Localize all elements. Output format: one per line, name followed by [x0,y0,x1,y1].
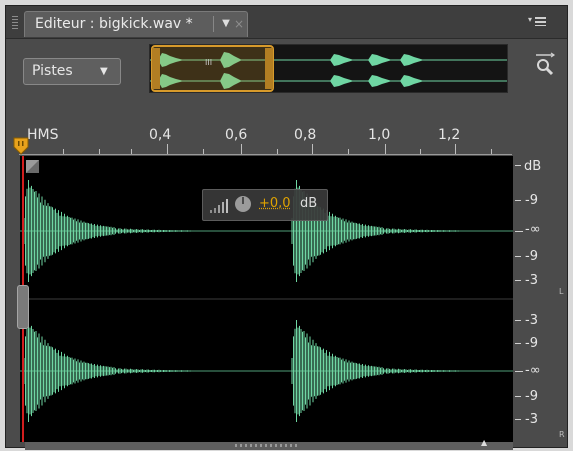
db-tick [515,165,521,166]
tab-bar: Editeur : bigkick.wav * ▼ × ▾ [6,6,567,39]
volume-knob[interactable] [235,196,251,212]
ruler-tick [277,149,278,154]
ruler-tick [167,144,168,154]
horizontal-scrollbar[interactable]: ▲ [25,438,513,450]
ruler-tick-label: 0,8 [294,127,317,143]
panel-menu-icon [535,17,546,26]
panel-menu-arrow-icon: ▾ [528,15,533,24]
ruler-tick-label: 1,0 [368,127,391,143]
overview-navigator[interactable]: III [149,44,508,93]
channel-resize-handle[interactable] [17,285,29,329]
ruler-tick [312,144,313,154]
db-label: -3 [525,313,538,328]
db-tick [515,396,521,397]
db-tick [515,200,521,201]
tracks-dropdown-label: Pistes [32,63,73,79]
db-label: -3 [525,273,538,288]
db-tick [515,419,521,420]
ruler-baseline [19,154,512,155]
scrollbar-grip[interactable] [235,444,297,447]
tab-editor[interactable]: Editeur : bigkick.wav * ▼ [24,11,248,37]
db-tick [515,280,521,281]
ruler-tick-label: 0,4 [149,127,172,143]
db-label: -3 [525,412,538,427]
ruler-tick [455,144,456,154]
ruler-tick [491,149,492,154]
ruler-tick [385,144,386,154]
ruler-tick [99,149,100,154]
left-channel-label: L [559,287,564,296]
db-label: -9 [525,249,538,264]
playhead-handle[interactable] [13,137,29,155]
ruler-tick [348,149,349,154]
db-tick [515,256,521,257]
ruler-format-label: HMS [27,127,59,143]
panel-menu-button[interactable]: ▾ [528,15,546,29]
ruler-tick [63,149,64,154]
tab-title: Editeur : bigkick.wav * [35,16,193,32]
db-unit-label: dB [524,159,542,174]
db-tick [515,371,523,372]
db-label: -9 [525,336,538,351]
db-label: -9 [525,389,538,404]
overview-selection[interactable] [151,45,274,92]
ruler-tick [241,144,242,154]
overview-left-handle[interactable] [152,48,160,89]
tracks-dropdown[interactable]: Pistes ▼ [23,58,121,85]
ruler-tick-label: 0,6 [225,127,248,143]
chevron-down-icon: ▼ [100,66,108,77]
zoom-icon[interactable] [532,52,556,78]
db-label: -9 [525,193,538,208]
ruler-tick [131,149,132,154]
panel-grip[interactable] [12,16,18,30]
tab-close-button[interactable]: × [234,17,244,31]
overview-handle-mark: III [205,58,212,67]
volume-unit: dB [300,196,318,211]
volume-hud: +0,0 dB [202,189,328,221]
db-tick [515,320,521,321]
time-ruler[interactable]: HMS 0,4 0,6 0,8 1,0 1,2 [19,123,512,156]
signal-bars-icon [210,199,228,213]
db-scale: dB -9 -∞ -9 -3 L -3 -9 -∞ -9 -3 R [513,156,567,442]
db-label: -∞ [525,222,541,237]
overview-right-handle[interactable] [265,48,273,89]
db-label: -∞ [525,363,541,378]
editor-panel: Editeur : bigkick.wav * ▼ × ▾ Pistes ▼ I… [5,5,568,450]
right-channel-label: R [559,430,565,439]
ruler-tick-label: 1,2 [438,127,461,143]
ruler-tick [203,149,204,154]
volume-value[interactable]: +0,0 [259,196,291,211]
ruler-tick [420,149,421,154]
scroll-marker-icon: ▲ [481,438,488,447]
db-tick [515,343,521,344]
db-tick [515,231,523,232]
